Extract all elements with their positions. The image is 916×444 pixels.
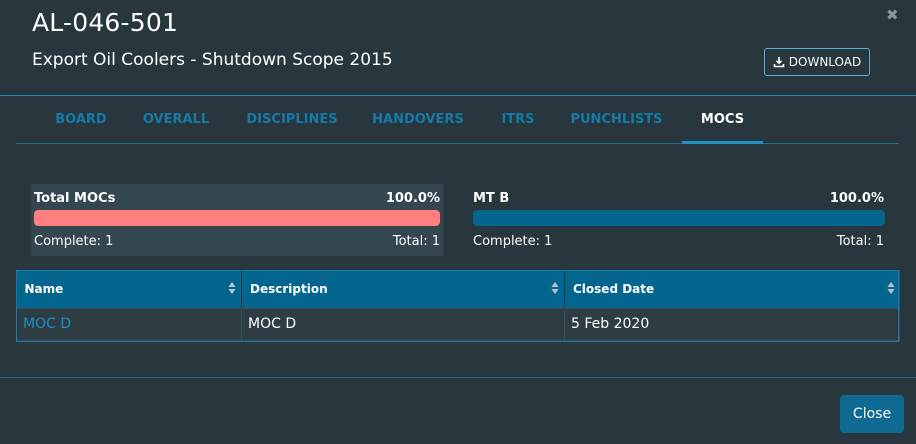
column-header-name[interactable]: Name bbox=[16, 270, 242, 308]
column-label: Name bbox=[24, 281, 64, 296]
progress-bar-fill bbox=[473, 210, 885, 226]
tab-disciplines[interactable]: DISCIPLINES bbox=[244, 96, 340, 143]
stat-percent: 100.0% bbox=[829, 191, 884, 206]
tab-board[interactable]: BOARD bbox=[46, 96, 116, 143]
download-button[interactable]: DOWNLOAD bbox=[764, 48, 870, 76]
progress-bar bbox=[473, 210, 885, 226]
tab-handovers[interactable]: HANDOVERS bbox=[371, 96, 465, 143]
footer-divider bbox=[0, 377, 916, 378]
column-label: Description bbox=[250, 281, 328, 296]
download-label: DOWNLOAD bbox=[788, 55, 862, 69]
progress-bar-fill bbox=[34, 210, 440, 226]
stat-percent: 100.0% bbox=[385, 191, 440, 206]
stat-complete: Complete: 1 bbox=[34, 234, 114, 249]
table-row: MOC D MOC D 5 Feb 2020 bbox=[16, 307, 900, 341]
sort-icon[interactable] bbox=[228, 281, 236, 298]
tab-punchlists[interactable]: PUNCHLISTS bbox=[569, 96, 664, 143]
tab-itrs[interactable]: ITRS bbox=[496, 96, 540, 143]
download-icon bbox=[773, 56, 785, 68]
close-button[interactable]: Close bbox=[840, 395, 904, 433]
modal-title: AL-046-501 bbox=[32, 8, 179, 37]
column-label: Closed Date bbox=[573, 281, 655, 296]
mocs-table: Name Description Closed Date MOC D MOC D… bbox=[16, 270, 900, 342]
tab-overall[interactable]: OVERALL bbox=[141, 96, 211, 143]
stat-name: Total MOCs bbox=[34, 191, 116, 206]
tab-bar: BOARD OVERALL DISCIPLINES HANDOVERS ITRS… bbox=[16, 96, 899, 144]
close-icon[interactable]: ✖ bbox=[886, 6, 899, 24]
sort-icon[interactable] bbox=[551, 281, 559, 298]
stat-complete: Complete: 1 bbox=[473, 234, 553, 249]
column-header-description[interactable]: Description bbox=[241, 270, 565, 308]
stat-total: Total: 1 bbox=[836, 234, 884, 249]
moc-name-link[interactable]: MOC D bbox=[16, 307, 242, 341]
stat-name: MT B bbox=[473, 191, 510, 206]
moc-description: MOC D bbox=[241, 307, 565, 341]
progress-bar bbox=[34, 210, 440, 226]
stat-card-total-mocs: Total MOCs 100.0% Complete: 1 Total: 1 bbox=[31, 184, 443, 256]
stat-total: Total: 1 bbox=[392, 234, 440, 249]
moc-closed-date: 5 Feb 2020 bbox=[564, 307, 900, 341]
sort-icon[interactable] bbox=[887, 281, 895, 298]
modal-subtitle: Export Oil Coolers - Shutdown Scope 2015 bbox=[32, 50, 393, 70]
stat-card-mt-b: MT B 100.0% Complete: 1 Total: 1 bbox=[470, 184, 886, 256]
tab-mocs[interactable]: MOCS bbox=[682, 96, 763, 144]
column-header-closed-date[interactable]: Closed Date bbox=[564, 270, 900, 308]
